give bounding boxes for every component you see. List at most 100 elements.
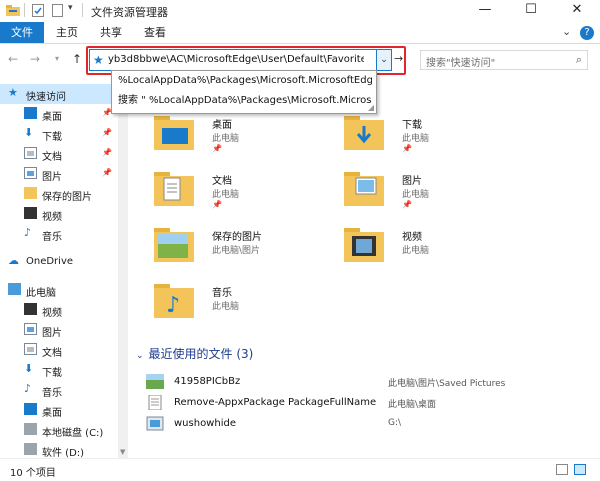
folder-location: 此电脑 <box>212 190 240 200</box>
sidebar-item-label: 视频 <box>42 212 62 223</box>
back-button[interactable]: ← <box>6 52 20 66</box>
sidebar-item-label: 图片 <box>42 328 62 339</box>
sidebar-item-label: 下载 <box>42 132 62 143</box>
sidebar-item[interactable]: 本地磁盘 (C:) <box>0 420 118 440</box>
folder-tile[interactable]: 文档 此电脑 📌 <box>152 166 372 222</box>
nav-scrollbar[interactable]: ▲ ▼ <box>118 76 128 458</box>
sidebar-item-label: 下载 <box>42 368 62 379</box>
sidebar-item[interactable]: ♪ 音乐 <box>0 224 118 244</box>
recent-files-heading[interactable]: ⌄ 最近使用的文件 (3) <box>136 345 253 362</box>
image-file-icon <box>146 374 164 389</box>
computer-icon <box>8 283 21 295</box>
search-input[interactable]: 搜索"快速访问" ⌕ <box>420 50 588 70</box>
sidebar-item-label: 桌面 <box>42 408 62 419</box>
video-folder-icon <box>342 224 386 262</box>
autocomplete-search-item[interactable]: 搜索 " %LocalAppData%\Packages\Microsoft.M… <box>118 91 372 106</box>
folder-tile[interactable]: 下载 此电脑 📌 <box>342 110 562 166</box>
sidebar-item-label: 文档 <box>42 152 62 163</box>
sidebar-item-label: 音乐 <box>42 232 62 243</box>
document-icon <box>24 147 37 159</box>
drive-icon <box>24 423 37 435</box>
large-icons-view-icon[interactable] <box>574 464 586 475</box>
sidebar-item[interactable]: 保存的图片 <box>0 184 118 204</box>
recent-file-row[interactable]: Remove-AppxPackage PackageFullName 此电脑\桌面 <box>130 393 590 413</box>
desktop-icon <box>24 107 37 119</box>
document-folder-icon <box>152 168 196 206</box>
title-bar: ▾ 文件资源管理器 — ☐ ✕ <box>0 0 600 22</box>
sidebar-item[interactable]: 此电脑 <box>0 280 118 300</box>
pin-icon: 📌 <box>102 168 112 177</box>
sidebar-item-label: 本地磁盘 (C:) <box>42 428 104 439</box>
sidebar-item[interactable]: 文档 <box>0 340 118 360</box>
search-icon[interactable]: ⌕ <box>576 53 582 67</box>
scroll-down-icon[interactable]: ▼ <box>120 448 125 456</box>
new-folder-quick-icon[interactable] <box>52 4 63 17</box>
title-divider <box>24 3 25 17</box>
sidebar-item[interactable]: 图片 <box>0 320 118 340</box>
folder-tile[interactable]: ♪ 音乐 此电脑 <box>152 278 372 334</box>
recent-file-row[interactable]: 41958PICbBz 此电脑\图片\Saved Pictures <box>130 372 590 392</box>
sidebar-item[interactable]: 桌面 📌 <box>0 104 118 124</box>
folder-location: 此电脑 <box>212 302 240 312</box>
svg-text:♪: ♪ <box>166 293 180 318</box>
folder-tile[interactable]: 视频 此电脑 <box>342 222 562 278</box>
sidebar-item-label: OneDrive <box>26 256 74 267</box>
explorer-app-icon[interactable] <box>6 4 20 16</box>
cloud-icon: ☁ <box>8 254 19 267</box>
folder-tile[interactable]: 桌面 此电脑 📌 <box>152 110 372 166</box>
sidebar-item[interactable]: 视频 <box>0 300 118 320</box>
sidebar-item[interactable]: 图片 📌 <box>0 164 118 184</box>
recent-file-row[interactable]: wushowhide G:\ <box>130 414 590 434</box>
folder-tile[interactable]: 图片 此电脑 📌 <box>342 166 562 222</box>
desktop-folder-icon <box>152 112 196 150</box>
video-icon <box>24 207 37 219</box>
tab-file[interactable]: 文件 <box>0 22 44 43</box>
details-view-icon[interactable] <box>556 464 568 475</box>
folder-name: 保存的图片 <box>212 232 262 243</box>
close-button[interactable]: ✕ <box>554 0 600 22</box>
drive-icon <box>24 443 37 455</box>
folder-tile[interactable]: 保存的图片此电脑\图片 <box>152 222 372 278</box>
quick-access-toolbar-dropdown-icon[interactable]: ▾ <box>68 3 73 13</box>
properties-quick-icon[interactable] <box>32 4 44 17</box>
maximize-button[interactable]: ☐ <box>508 0 554 22</box>
expand-ribbon-icon[interactable]: ⌄ <box>562 25 571 38</box>
folder-location: 此电脑 <box>212 134 240 144</box>
sidebar-item[interactable]: ⬇ 下载 📌 <box>0 124 118 144</box>
sidebar-item[interactable]: ♪ 音乐 <box>0 380 118 400</box>
sidebar-item[interactable]: ☁ OneDrive <box>0 252 118 272</box>
download-icon: ⬇ <box>24 362 34 375</box>
sidebar-item[interactable]: 视频 <box>0 204 118 224</box>
up-button[interactable]: ↑ <box>70 52 84 66</box>
recent-file-name: 41958PICbBz <box>174 376 241 387</box>
recent-locations-dropdown-icon[interactable]: ▾ <box>50 52 64 66</box>
resize-grip-icon[interactable]: ◢ <box>368 103 374 112</box>
minimize-button[interactable]: — <box>462 0 508 22</box>
folder-location: 此电脑 <box>402 134 430 144</box>
recent-file-location: G:\ <box>388 418 402 428</box>
folder-name: 文档 <box>212 176 232 187</box>
pin-icon: 📌 <box>402 144 412 153</box>
sidebar-item-label: 图片 <box>42 172 62 183</box>
forward-button[interactable]: → <box>28 52 42 66</box>
status-bar: 10 个项目 <box>0 458 600 481</box>
ribbon-tabs: 文件 主页 共享 查看 ⌄ ? <box>0 22 600 44</box>
sidebar-item[interactable]: 软件 (D:) <box>0 440 118 460</box>
recent-files-heading-label: 最近使用的文件 (3) <box>148 347 254 361</box>
sidebar-item[interactable]: 桌面 <box>0 400 118 420</box>
text-file-icon <box>146 394 164 411</box>
tab-share[interactable]: 共享 <box>92 22 130 43</box>
tab-home[interactable]: 主页 <box>48 22 86 43</box>
video-icon <box>24 303 37 315</box>
sidebar-item[interactable]: 文档 📌 <box>0 144 118 164</box>
pin-icon: 📌 <box>102 148 112 157</box>
sidebar-item[interactable]: ★ 快速访问 <box>0 84 118 104</box>
help-icon[interactable]: ? <box>580 26 594 40</box>
sidebar-item-label: 软件 (D:) <box>42 448 85 459</box>
recent-file-location: 此电脑\桌面 <box>388 400 437 410</box>
folder-location: 此电脑 <box>402 190 430 200</box>
autocomplete-item[interactable]: %LocalAppData%\Packages\Microsoft.Micros… <box>118 75 372 86</box>
sidebar-item[interactable]: ⬇ 下载 <box>0 360 118 380</box>
folder-location: 此电脑\图片 <box>212 246 261 256</box>
tab-view[interactable]: 查看 <box>136 22 174 43</box>
